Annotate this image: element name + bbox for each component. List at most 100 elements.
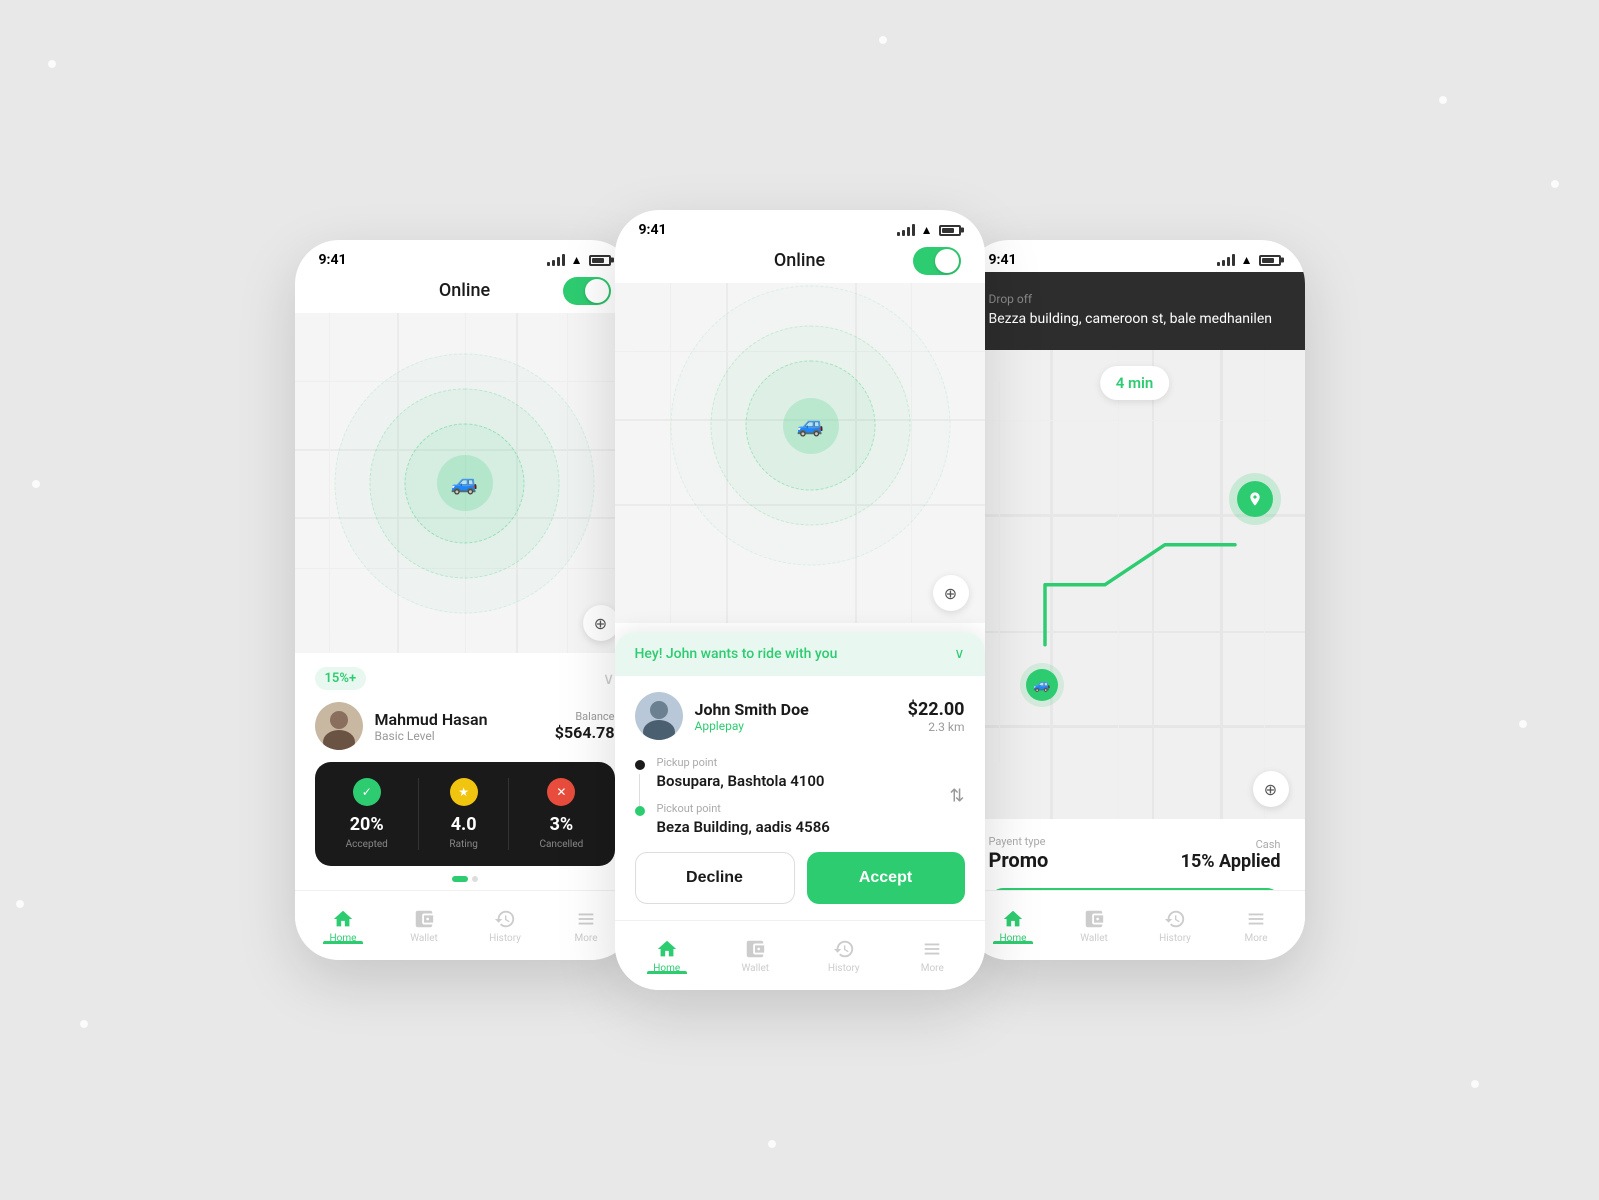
dropoff-details: Pickout point Beza Building, aadis 4586 <box>657 802 830 836</box>
payment-left: Payent type Promo <box>989 835 1049 872</box>
history-icon-right <box>1164 908 1186 930</box>
location-line <box>639 774 640 806</box>
bottom-nav-right: Home Wallet History More <box>965 890 1305 960</box>
nav-label-more-right: More <box>1244 933 1267 944</box>
dot-1-left <box>452 876 468 882</box>
swap-icon: ⇅ <box>949 786 964 807</box>
avatar-left <box>315 702 363 750</box>
toggle-knob-left <box>585 279 609 303</box>
stats-card-left: ✓ 20% Accepted ★ 4.0 Rating ✕ 3% Cancell… <box>315 762 615 866</box>
pickup-address: Bosupara, Bashtola 4100 <box>657 772 825 790</box>
nav-wallet-left[interactable]: Wallet <box>384 908 465 944</box>
battery-center <box>939 225 961 236</box>
pagination-left <box>315 876 615 882</box>
rider-row: John Smith Doe Applepay $22.00 2.3 km <box>635 692 965 740</box>
nav-label-more-center: More <box>921 963 944 974</box>
accept-button[interactable]: Accept <box>807 852 965 904</box>
toggle-knob-center <box>935 249 959 273</box>
wifi-right: ▲ <box>1241 253 1253 267</box>
pickup-location: Pickup point Bosupara, Bashtola 4100 <box>635 756 965 790</box>
cash-value-right: 15% Applied <box>1181 851 1281 872</box>
stat-icon-rating: ★ <box>450 778 478 806</box>
user-row-left: Mahmud Hasan Basic Level Balance $564.78 <box>315 702 615 750</box>
nav-more-center[interactable]: More <box>888 938 977 974</box>
ride-header-text: Hey! John wants to ride with you <box>635 646 838 662</box>
header-title-center: Online <box>774 250 825 271</box>
online-toggle-left[interactable] <box>563 277 611 305</box>
card-header-left: 15%+ ∨ <box>315 667 615 690</box>
phone-left: 9:41 ▲ Online <box>295 240 635 960</box>
balance-info-left: Balance $564.78 <box>555 710 615 742</box>
map-left: 🚙 ⊕ <box>295 313 635 653</box>
history-icon-center <box>833 938 855 960</box>
nav-wallet-right[interactable]: Wallet <box>1054 908 1135 944</box>
nav-wallet-center[interactable]: Wallet <box>711 938 800 974</box>
nav-label-history-left: History <box>489 933 521 944</box>
crosshair-center[interactable]: ⊕ <box>933 575 969 611</box>
nav-history-right[interactable]: History <box>1135 908 1216 944</box>
more-icon-right <box>1245 908 1267 930</box>
nav-history-center[interactable]: History <box>800 938 889 974</box>
more-icon-left <box>575 908 597 930</box>
nav-home-left[interactable]: Home <box>303 908 384 944</box>
home-icon-left <box>332 908 354 930</box>
percentage-badge-left: 15%+ <box>315 667 367 690</box>
dot-2-left <box>472 876 478 882</box>
header-left: Online <box>295 272 635 313</box>
stat-label-accepted: Accepted <box>346 839 388 850</box>
pickup-details: Pickup point Bosupara, Bashtola 4100 <box>657 756 825 790</box>
map-center: 🚙 ⊕ <box>615 283 985 623</box>
phones-container: 9:41 ▲ Online <box>295 210 1305 990</box>
more-icon-center <box>921 938 943 960</box>
user-details-left: Mahmud Hasan Basic Level <box>375 710 488 743</box>
payment-type-label-right: Payent type <box>989 835 1049 848</box>
price-amount: $22.00 <box>908 699 965 720</box>
nav-home-center[interactable]: Home <box>623 938 712 974</box>
chevron-down-left: ∨ <box>603 669 615 688</box>
time-right: 9:41 <box>989 252 1017 268</box>
wifi-center: ▲ <box>921 223 933 237</box>
user-name-left: Mahmud Hasan <box>375 710 488 729</box>
phone-right: 9:41 ▲ Drop off Bezza building, cameroon… <box>965 240 1305 960</box>
ride-request-card: Hey! John wants to ride with you ∨ <box>615 632 985 920</box>
nav-history-left[interactable]: History <box>465 908 546 944</box>
nav-active-bar-right <box>993 941 1033 944</box>
price-info: $22.00 2.3 km <box>908 699 965 734</box>
locations-container: Pickup point Bosupara, Bashtola 4100 Pic… <box>635 756 965 836</box>
history-icon-left <box>494 908 516 930</box>
ride-header: Hey! John wants to ride with you ∨ <box>615 632 985 676</box>
nav-label-history-center: History <box>828 963 860 974</box>
status-icons-right: ▲ <box>1217 253 1281 267</box>
status-icons-center: ▲ <box>897 223 961 237</box>
distance-label: 2.3 km <box>908 720 965 734</box>
nav-active-bar-left <box>323 941 363 944</box>
nav-active-bar-center <box>647 971 687 974</box>
wallet-icon-left <box>413 908 435 930</box>
stat-value-cancelled: 3% <box>550 814 574 835</box>
decline-button[interactable]: Decline <box>635 852 795 904</box>
nav-label-wallet-left: Wallet <box>410 933 438 944</box>
home-icon-right <box>1002 908 1024 930</box>
dropoff-card: Drop off Bezza building, cameroon st, ba… <box>965 272 1305 350</box>
nav-more-right[interactable]: More <box>1216 908 1297 944</box>
action-buttons: Decline Accept <box>635 852 965 904</box>
signal-right <box>1217 254 1235 266</box>
chevron-down-center: ∨ <box>954 646 964 662</box>
wallet-icon-right <box>1083 908 1105 930</box>
online-toggle-center[interactable] <box>913 247 961 275</box>
balance-label-left: Balance <box>555 710 615 723</box>
nav-label-more-left: More <box>574 933 597 944</box>
header-center: Online <box>615 242 985 283</box>
user-level-left: Basic Level <box>375 729 488 743</box>
signal-center <box>897 224 915 236</box>
nav-home-right[interactable]: Home <box>973 908 1054 944</box>
dropoff-address: Beza Building, aadis 4586 <box>657 818 830 836</box>
dropoff-label: Pickout point <box>657 802 830 815</box>
wifi-left: ▲ <box>571 253 583 267</box>
crosshair-left[interactable]: ⊕ <box>583 605 619 641</box>
crosshair-right[interactable]: ⊕ <box>1253 771 1289 807</box>
cash-label-right: Cash <box>1181 838 1281 851</box>
dropoff-location: Pickout point Beza Building, aadis 4586 <box>635 802 965 836</box>
eta-badge: 4 min <box>1100 366 1170 400</box>
pickup-label: Pickup point <box>657 756 825 769</box>
